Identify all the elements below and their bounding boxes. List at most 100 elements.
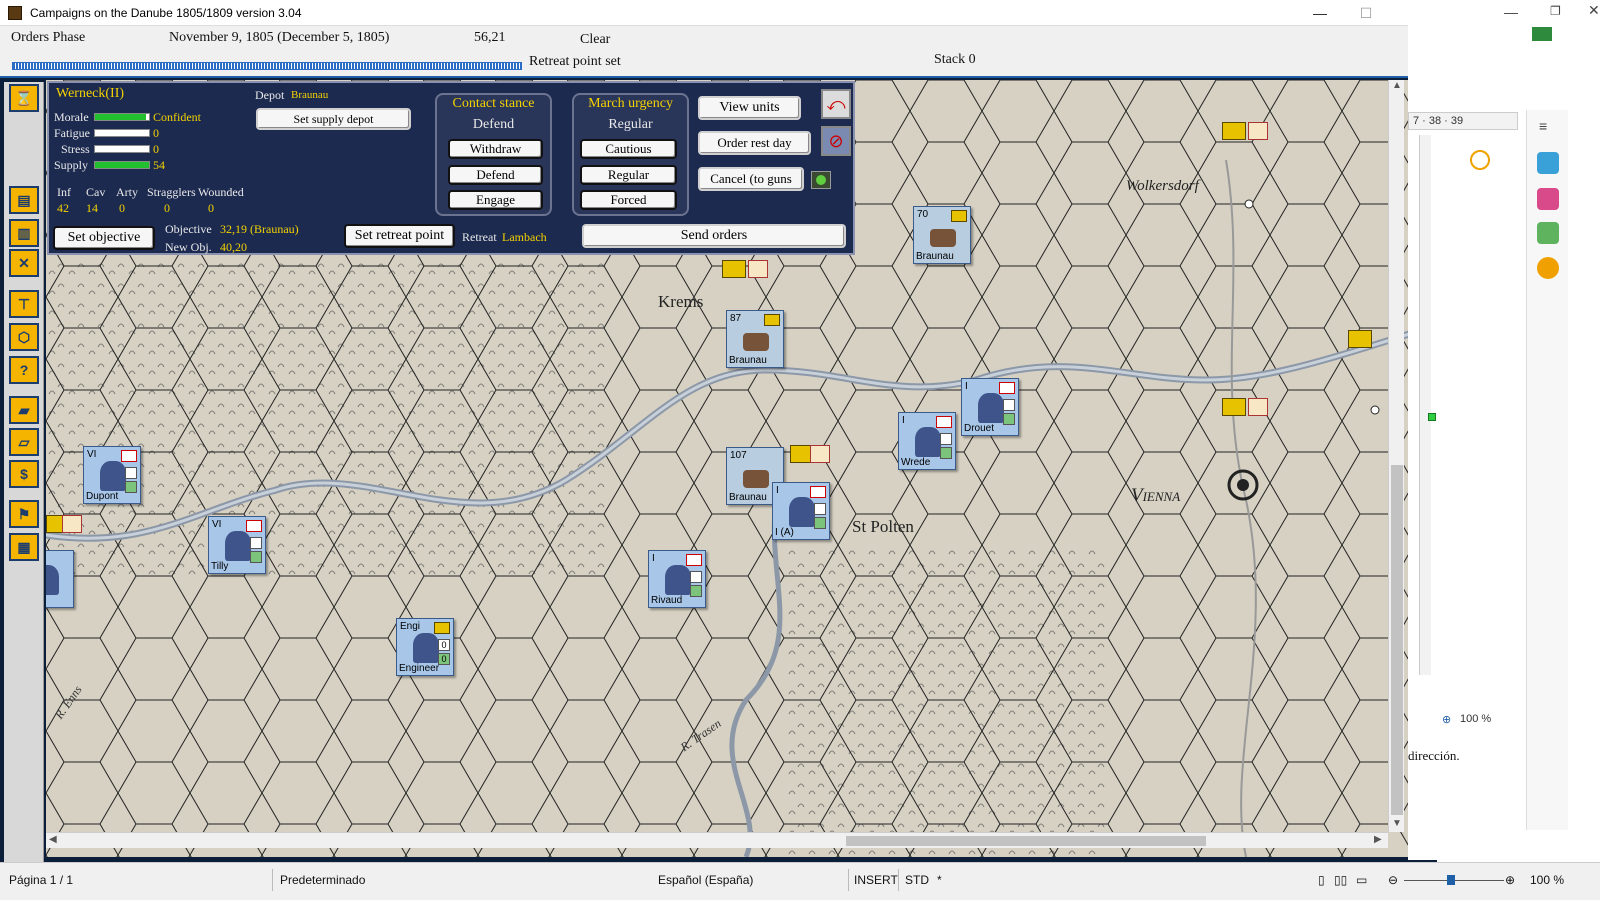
unit-counter[interactable]: I I (A) <box>772 482 830 540</box>
dollar-icon[interactable]: $ <box>9 460 39 488</box>
book-view-icon[interactable]: ▭ <box>1356 873 1367 887</box>
eagle-marker[interactable] <box>1222 122 1246 140</box>
menu-icon[interactable]: ≡ <box>1539 118 1547 134</box>
scroll-down-icon[interactable]: ▼ <box>1392 818 1402 829</box>
gallery-icon[interactable] <box>1537 222 1559 244</box>
properties-icon[interactable] <box>1537 152 1559 174</box>
multi-page-view-icon[interactable]: ▯▯ <box>1334 873 1347 887</box>
supply-counter[interactable]: 87 Braunau <box>726 310 784 368</box>
hexagon-icon[interactable]: ⬡ <box>9 323 39 351</box>
withdraw-button[interactable]: Withdraw <box>448 139 543 159</box>
eagle-marker[interactable] <box>722 260 746 278</box>
unit-counter[interactable]: I Rivaud <box>648 550 706 608</box>
single-page-view-icon[interactable]: ▯ <box>1318 873 1325 887</box>
cancel-to-guns-button[interactable]: Cancel (to guns <box>698 167 804 191</box>
hourglass-icon[interactable]: ⌛ <box>9 84 39 112</box>
title-bar: Campaigns on the Danube 1805/1809 versio… <box>0 0 1437 26</box>
scroll-right-icon[interactable]: ▶ <box>1374 834 1382 845</box>
turn-progress-bar <box>12 62 522 70</box>
zoom-in-icon[interactable]: ⊕ <box>1505 873 1515 887</box>
unit-counter[interactable]: I Wrede <box>898 412 956 470</box>
language[interactable]: Español (España) <box>658 873 753 887</box>
flag-marker[interactable] <box>62 515 82 533</box>
map-layer-2-icon[interactable]: ▱ <box>9 428 39 456</box>
place-wolkersdorf: Wolkersdorf <box>1126 178 1199 194</box>
stack-icon[interactable]: ▥ <box>9 219 39 247</box>
insert-mode[interactable]: INSERT <box>854 873 898 887</box>
infantry-icon <box>665 565 691 595</box>
map-vertical-scrollbar[interactable]: ▲ ▼ <box>1388 80 1404 832</box>
regular-button[interactable]: Regular <box>580 165 677 185</box>
crossed-swords-icon[interactable]: ✕ <box>9 249 39 277</box>
bg-close-icon[interactable]: ✕ <box>1588 2 1600 19</box>
march-urgency-group: March urgency Regular Cautious Regular F… <box>572 93 689 216</box>
new-obj-label: New Obj. <box>165 240 212 254</box>
set-supply-depot-button[interactable]: Set supply depot <box>256 108 411 130</box>
bg-minimize-icon[interactable]: — <box>1504 4 1518 20</box>
bg-restore-icon[interactable]: ❐ <box>1550 4 1561 18</box>
navigator-icon[interactable] <box>1470 150 1490 170</box>
order-rest-day-button[interactable]: Order rest day <box>698 131 811 155</box>
scroll-left-icon[interactable]: ◀ <box>49 834 57 845</box>
map-horizontal-scrollbar[interactable]: ◀ ▶ <box>46 832 1388 848</box>
download-icon[interactable] <box>1532 27 1552 41</box>
unit-counter[interactable]: I Drouet <box>961 378 1019 436</box>
wagon-icon <box>930 229 956 247</box>
handle-icon[interactable] <box>1428 413 1436 421</box>
document-text: dirección. <box>1408 748 1460 763</box>
map-layer-icon[interactable]: ▰ <box>9 396 39 424</box>
org-chart-icon[interactable]: ⊤ <box>9 290 39 318</box>
set-retreat-point-button[interactable]: Set retreat point <box>344 224 455 248</box>
orders-panel: Werneck(II) Depot Braunau Set supply dep… <box>47 81 855 255</box>
set-objective-button[interactable]: Set objective <box>53 226 155 250</box>
flag-marker[interactable] <box>810 445 830 463</box>
wagon-icon <box>743 333 769 351</box>
scroll-icon[interactable]: ▤ <box>9 186 39 214</box>
cautious-button[interactable]: Cautious <box>580 139 677 159</box>
defend-button[interactable]: Defend <box>448 165 543 185</box>
scroll-thumb[interactable] <box>846 836 1206 846</box>
cavalry-icon <box>225 531 251 561</box>
engage-button[interactable]: Engage <box>448 190 543 210</box>
minimize-button[interactable]: — <box>1297 0 1343 26</box>
flag-icon <box>121 450 137 462</box>
wounded-value: 0 <box>208 201 214 215</box>
maximize-button[interactable]: ☐ <box>1343 0 1389 26</box>
flag-marker[interactable] <box>1248 398 1268 416</box>
stragglers-value: 0 <box>164 201 170 215</box>
unit-counter[interactable]: Engi 0 0 Engineer <box>396 618 454 676</box>
no-sign-icon[interactable]: ⊘ <box>821 126 851 156</box>
place-st-polten: St Polten <box>852 517 914 536</box>
phase-text: Orders Phase <box>11 30 86 45</box>
unit-counter[interactable] <box>46 550 74 608</box>
scroll-up-icon[interactable]: ▲ <box>1392 80 1402 91</box>
eagle-marker[interactable] <box>1222 398 1246 416</box>
flag-icon <box>246 520 262 532</box>
unit-counter[interactable]: VI Dupont <box>83 446 141 504</box>
page-style[interactable]: Predeterminado <box>280 873 365 887</box>
grid-icon[interactable]: ▦ <box>9 533 39 561</box>
zoom-slider-thumb[interactable] <box>1447 875 1455 885</box>
view-units-button[interactable]: View units <box>698 96 801 120</box>
selection-mode[interactable]: STD <box>905 873 929 887</box>
supply-counter[interactable]: 70 Braunau <box>913 206 971 264</box>
styles-icon[interactable] <box>1537 188 1559 210</box>
flag-marker[interactable] <box>748 260 768 278</box>
zoom-percent[interactable]: 100 % <box>1530 873 1564 887</box>
eagle-marker[interactable] <box>1348 330 1372 348</box>
wounded-header: Wounded <box>198 185 244 199</box>
status-light-icon <box>811 171 831 189</box>
curved-arrow-icon[interactable]: ⤺ <box>821 89 851 119</box>
message-text: Retreat point set <box>529 54 621 69</box>
unit-counter[interactable]: VI Tilly <box>208 516 266 574</box>
navigator-sidebar-icon[interactable] <box>1537 257 1559 279</box>
zoom-out-icon[interactable]: ⊖ <box>1388 873 1398 887</box>
send-orders-button[interactable]: Send orders <box>582 224 846 248</box>
flag-marker[interactable] <box>1248 122 1268 140</box>
scroll-thumb[interactable] <box>1391 465 1403 815</box>
help-icon[interactable]: ? <box>9 356 39 384</box>
flag-icon[interactable]: ⚑ <box>9 500 39 528</box>
depot-label: Depot <box>255 88 285 102</box>
zoom-in-icon[interactable]: ⊕ <box>1442 713 1451 726</box>
forced-button[interactable]: Forced <box>580 190 677 210</box>
